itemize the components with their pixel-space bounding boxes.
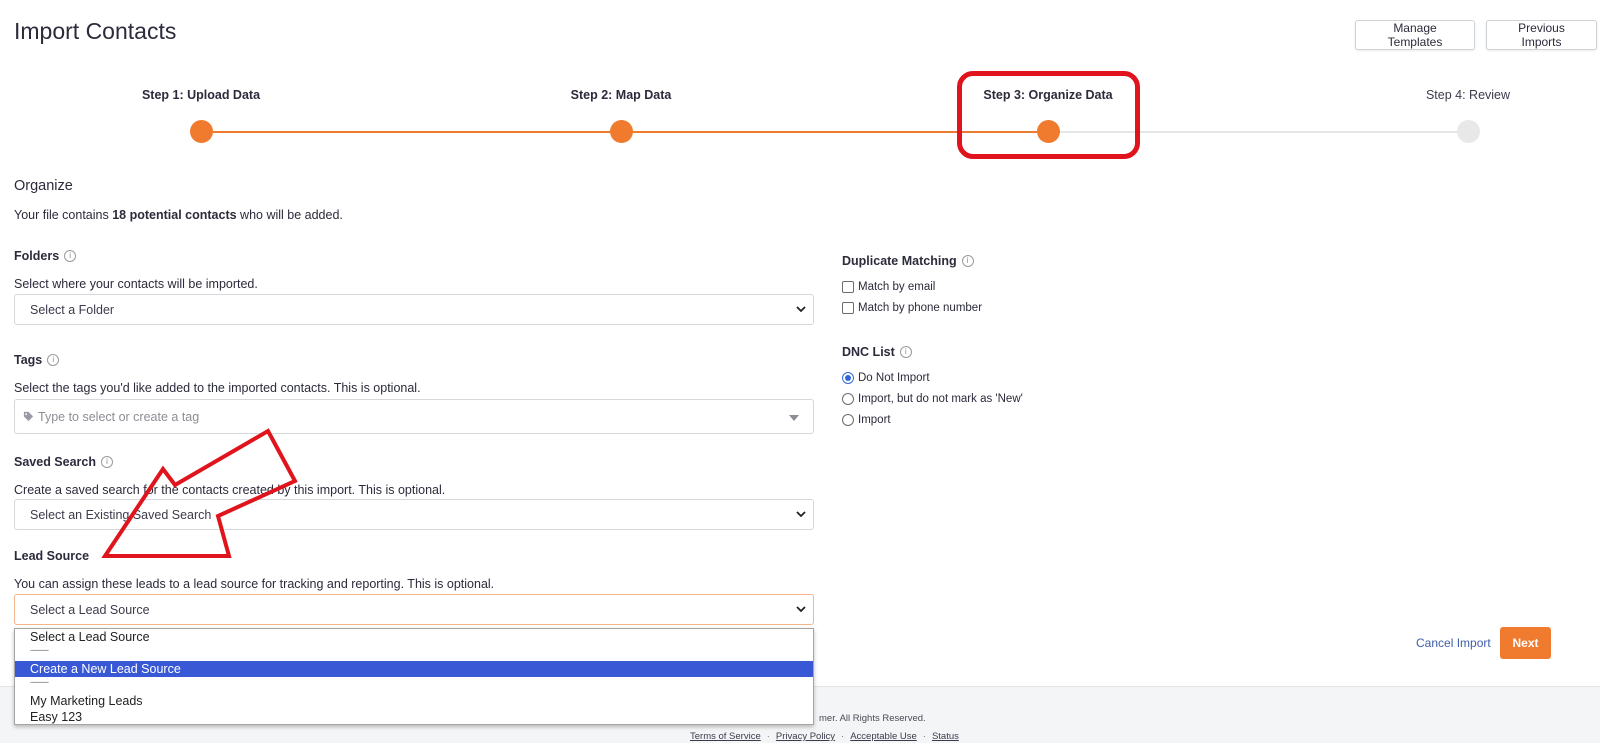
duplicate-matching-title: Duplicate Matching i <box>842 254 974 268</box>
step-review: Step 4: Review <box>1368 88 1568 143</box>
chevron-down-icon <box>796 606 806 613</box>
privacy-policy-link[interactable]: Privacy Policy <box>776 731 835 742</box>
tags-title: Tags i <box>14 353 60 367</box>
cancel-import-link[interactable]: Cancel Import <box>1416 636 1491 650</box>
step-label: Step 1: Upload Data <box>141 88 261 102</box>
match-by-email-option[interactable]: Match by email <box>842 281 935 293</box>
folders-description: Select where your contacts will be impor… <box>14 277 258 291</box>
dnc-import-option[interactable]: Import <box>842 414 891 426</box>
red-arrow-annotation <box>101 428 298 558</box>
footer-links: Terms of Service · Privacy Policy · Accept… <box>690 731 959 742</box>
tags-description: Select the tags you'd like added to the … <box>14 381 421 395</box>
contacts-count: 18 potential contacts <box>112 208 237 222</box>
dropdown-option[interactable]: Easy 123 <box>15 709 813 725</box>
step-label: Step 2: Map Data <box>570 88 672 102</box>
step-dot-complete <box>190 120 213 143</box>
dropdown-option[interactable]: My Marketing Leads <box>15 693 813 709</box>
info-icon[interactable]: i <box>64 250 77 262</box>
folders-title: Folders i <box>14 249 77 263</box>
dropdown-option[interactable]: Select a Lead Source <box>15 629 813 645</box>
step-map-data: Step 2: Map Data <box>521 88 721 143</box>
next-button[interactable]: Next <box>1500 627 1551 659</box>
dnc-import-not-new-option[interactable]: Import, but do not mark as 'New' <box>842 393 1023 405</box>
lead-source-description: You can assign these leads to a lead sou… <box>14 577 495 591</box>
manage-templates-button[interactable]: Manage Templates <box>1355 20 1475 50</box>
info-icon[interactable]: i <box>47 354 60 366</box>
tag-icon <box>23 411 34 422</box>
footer-copyright: mer. All Rights Reserved. <box>819 713 926 724</box>
step-upload-data: Step 1: Upload Data <box>101 88 301 143</box>
folder-select-value: Select a Folder <box>30 302 115 317</box>
highlight-annotation-box <box>957 71 1140 159</box>
folder-select[interactable]: Select a Folder <box>14 294 814 325</box>
caret-down-icon[interactable] <box>789 415 799 421</box>
checkbox[interactable] <box>842 281 854 293</box>
lead-source-title: Lead Source <box>14 549 90 563</box>
checkbox[interactable] <box>842 302 854 314</box>
dnc-do-not-import-option[interactable]: Do Not Import <box>842 372 930 384</box>
radio-button[interactable] <box>842 414 854 426</box>
lead-source-dropdown: Select a Lead Source --------- Create a … <box>14 628 814 725</box>
info-icon[interactable]: i <box>961 255 974 267</box>
chevron-down-icon <box>796 511 806 518</box>
dropdown-separator: --------- <box>30 677 49 687</box>
organize-heading: Organize <box>14 178 73 194</box>
previous-imports-button[interactable]: Previous Imports <box>1486 20 1597 50</box>
match-by-phone-option[interactable]: Match by phone number <box>842 302 982 314</box>
chevron-down-icon <box>796 306 806 313</box>
radio-button[interactable] <box>842 393 854 405</box>
page-title: Import Contacts <box>14 18 177 44</box>
info-icon[interactable]: i <box>899 346 912 358</box>
tag-input-placeholder: Type to select or create a tag <box>38 409 200 424</box>
lead-source-select-value: Select a Lead Source <box>30 602 150 617</box>
contacts-summary: Your file contains 18 potential contacts… <box>14 208 343 222</box>
dnc-list-title: DNC List i <box>842 345 912 359</box>
import-stepper: Step 1: Upload Data Step 2: Map Data Ste… <box>0 88 1600 148</box>
status-link[interactable]: Status <box>932 731 959 742</box>
dropdown-separator: --------- <box>30 645 49 655</box>
dropdown-option-create-new[interactable]: Create a New Lead Source <box>15 661 813 677</box>
lead-source-select[interactable]: Select a Lead Source <box>14 594 814 625</box>
terms-of-service-link[interactable]: Terms of Service <box>690 731 761 742</box>
radio-button-selected[interactable] <box>842 372 854 384</box>
step-label: Step 4: Review <box>1425 88 1511 102</box>
step-dot-upcoming <box>1457 120 1480 143</box>
acceptable-use-link[interactable]: Acceptable Use <box>850 731 917 742</box>
step-dot-complete <box>610 120 633 143</box>
